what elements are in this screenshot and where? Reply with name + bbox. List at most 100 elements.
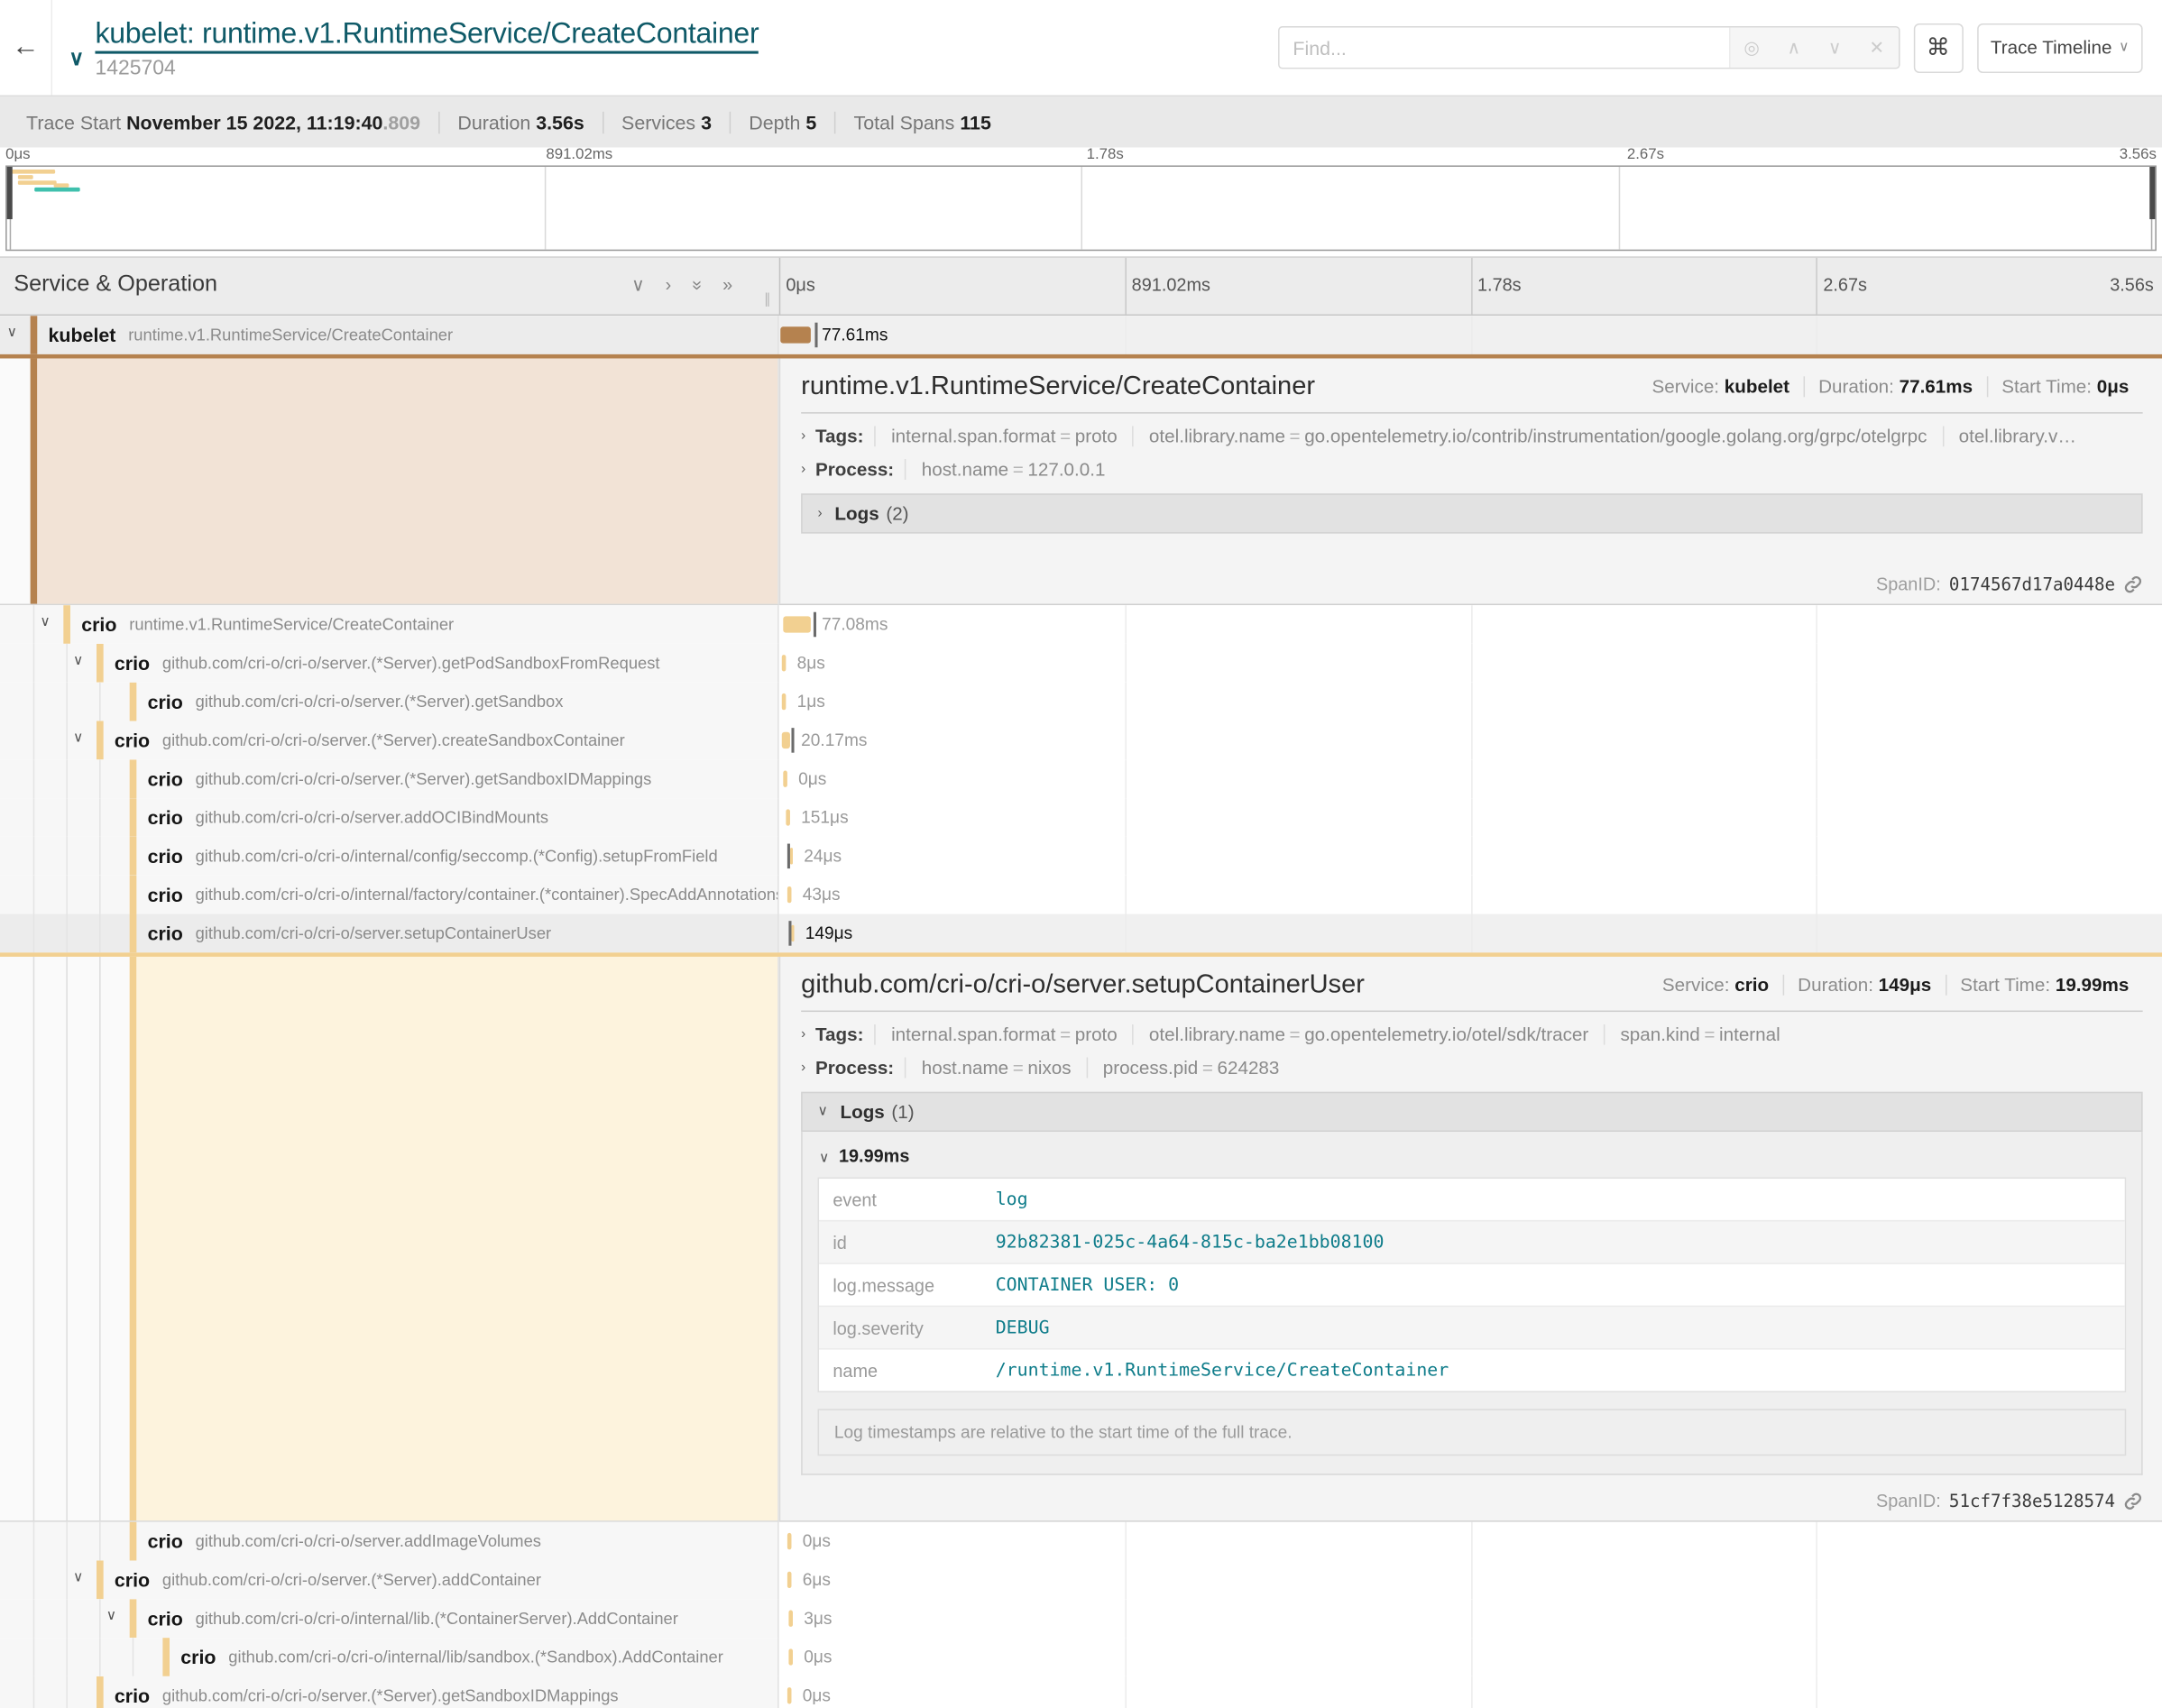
span-duration-bar[interactable] [783,616,811,632]
span-name-cell[interactable]: ∨criogithub.com/cri-o/cri-o/internal/lib… [0,1599,779,1638]
locate-icon[interactable]: ◎ [1743,37,1759,59]
span-name-cell[interactable]: criogithub.com/cri-o/cri-o/server.addOCI… [0,798,779,837]
children-collapse-icon[interactable]: ∨ [73,730,83,746]
column-resize-grip[interactable]: ∥ [764,292,772,308]
children-collapse-icon[interactable]: ∨ [40,615,50,630]
span-timeline-cell[interactable]: 8μs [779,644,2162,683]
span-duration-bar[interactable] [787,886,792,903]
span-name-cell[interactable]: ∨kubeletruntime.v1.RuntimeService/Create… [0,316,779,354]
expand-one-icon[interactable]: › [666,274,672,296]
span-row[interactable]: criogithub.com/cri-o/cri-o/server.(*Serv… [0,759,2162,798]
kv-section-label[interactable]: Tags: [815,1024,864,1045]
span-timeline-cell[interactable]: 0μs [779,1638,2162,1676]
span-row[interactable]: criogithub.com/cri-o/cri-o/internal/fact… [0,876,2162,914]
span-timeline-cell[interactable]: 6μs [779,1560,2162,1599]
span-timeline-cell[interactable]: 1μs [779,683,2162,721]
span-row[interactable]: criogithub.com/cri-o/cri-o/server.addIma… [0,1522,2162,1561]
children-collapse-icon[interactable]: ∨ [7,326,17,341]
log-field-value[interactable]: 92b82381-025c-4a64-815c-ba2e1bb08100 [996,1232,1385,1253]
span-row[interactable]: ∨crioruntime.v1.RuntimeService/CreateCon… [0,605,2162,644]
next-match-icon[interactable]: ∨ [1828,37,1842,59]
span-row[interactable]: criogithub.com/cri-o/cri-o/server.(*Serv… [0,683,2162,721]
span-duration-bar[interactable] [788,1611,793,1627]
span-name-cell[interactable]: ∨criogithub.com/cri-o/cri-o/server.(*Ser… [0,644,779,683]
viewport-drag-handle-left[interactable] [7,167,13,219]
log-field-value[interactable]: log [996,1189,1028,1210]
span-name-cell[interactable]: criogithub.com/cri-o/cri-o/server.addIma… [0,1522,779,1561]
collapse-all-icon[interactable]: » [685,280,707,290]
deep-link-icon[interactable] [2123,574,2142,593]
viewport-drag-handle-right[interactable] [2149,167,2155,219]
span-name-cell[interactable]: criogithub.com/cri-o/cri-o/server.(*Serv… [0,683,779,721]
span-duration-bar[interactable] [786,809,790,825]
span-duration-bar[interactable] [788,1648,793,1665]
clear-find-icon[interactable]: ✕ [1869,37,1884,59]
trace-title-link[interactable]: kubelet: runtime.v1.RuntimeService/Creat… [95,16,759,53]
children-collapse-icon[interactable]: ∨ [73,654,83,669]
span-timeline-cell[interactable]: 77.08ms [779,605,2162,644]
span-name-cell[interactable]: criogithub.com/cri-o/cri-o/internal/fact… [0,876,779,914]
span-row[interactable]: criogithub.com/cri-o/cri-o/server.setupC… [0,914,2162,953]
keyboard-shortcuts-button[interactable]: ⌘ [1913,23,1963,72]
chevron-right-icon[interactable]: › [801,428,805,444]
span-timeline-cell[interactable]: 3μs [779,1599,2162,1638]
span-row[interactable]: ∨criogithub.com/cri-o/cri-o/server.(*Ser… [0,644,2162,683]
span-timeline-cell[interactable]: 77.61ms [779,316,2162,354]
find-input[interactable] [1279,28,1728,68]
trace-collapse-chevron-icon[interactable]: ∨ [69,45,84,70]
span-name-cell[interactable]: criogithub.com/cri-o/cri-o/internal/conf… [0,837,779,876]
span-timeline-cell[interactable]: 43μs [779,876,2162,914]
span-duration-bar[interactable] [780,326,811,343]
span-row[interactable]: criogithub.com/cri-o/cri-o/internal/conf… [0,837,2162,876]
span-name-cell[interactable]: criogithub.com/cri-o/cri-o/server.setupC… [0,914,779,953]
children-collapse-icon[interactable]: ∨ [73,1570,83,1585]
span-duration-bar[interactable] [790,848,793,864]
span-duration-bar[interactable] [782,655,787,671]
kv-section-label[interactable]: Process: [815,1058,894,1079]
kv-section-label[interactable]: Tags: [815,426,864,446]
log-entry-toggle[interactable]: ∨19.99ms [819,1145,2126,1166]
span-name-cell[interactable]: ∨criogithub.com/cri-o/cri-o/server.(*Ser… [0,721,779,760]
span-name-cell[interactable]: ∨criogithub.com/cri-o/cri-o/server.(*Ser… [0,1560,779,1599]
span-row[interactable]: ∨criogithub.com/cri-o/cri-o/server.(*Ser… [0,1560,2162,1599]
span-timeline-cell[interactable]: 0μs [779,1522,2162,1561]
span-row[interactable]: criogithub.com/cri-o/cri-o/server.addOCI… [0,798,2162,837]
span-duration-bar[interactable] [787,1533,792,1549]
expand-all-icon[interactable]: » [722,274,732,296]
prev-match-icon[interactable]: ∧ [1788,37,1801,59]
chevron-right-icon[interactable]: › [801,462,805,477]
collapse-one-icon[interactable]: ∨ [631,274,645,296]
log-field-value[interactable]: CONTAINER USER: 0 [996,1274,1179,1295]
span-row[interactable]: ∨kubeletruntime.v1.RuntimeService/Create… [0,316,2162,354]
span-timeline-cell[interactable]: 151μs [779,798,2162,837]
span-row[interactable]: ∨criogithub.com/cri-o/cri-o/internal/lib… [0,1599,2162,1638]
deep-link-icon[interactable] [2123,1491,2142,1510]
minimap-canvas[interactable] [5,165,2157,251]
trace-view-dropdown[interactable]: Trace Timeline ∨ [1977,23,2143,72]
span-timeline-cell[interactable]: 149μs [779,914,2162,953]
span-name-cell[interactable]: criogithub.com/cri-o/cri-o/internal/lib/… [0,1638,779,1676]
span-duration-bar[interactable] [787,1687,792,1703]
span-timeline-cell[interactable]: 0μs [779,759,2162,798]
back-button[interactable]: ← [0,0,52,95]
span-timeline-cell[interactable]: 24μs [779,837,2162,876]
span-timeline-cell[interactable]: 0μs [779,1676,2162,1708]
logs-section-toggle[interactable]: ∨Logs(1) [801,1092,2142,1132]
span-row[interactable]: criogithub.com/cri-o/cri-o/internal/lib/… [0,1638,2162,1676]
log-field-value[interactable]: /runtime.v1.RuntimeService/CreateContain… [996,1360,1449,1381]
span-name-cell[interactable]: ∨crioruntime.v1.RuntimeService/CreateCon… [0,605,779,644]
logs-section-toggle[interactable]: ›Logs(2) [801,493,2142,533]
kv-section-label[interactable]: Process: [815,459,894,480]
span-timeline-cell[interactable]: 20.17ms [779,721,2162,760]
span-duration-bar[interactable] [791,925,794,941]
span-duration-bar[interactable] [782,693,787,710]
span-name-cell[interactable]: criogithub.com/cri-o/cri-o/server.(*Serv… [0,759,779,798]
span-row[interactable]: ∨criogithub.com/cri-o/cri-o/server.(*Ser… [0,721,2162,760]
span-duration-bar[interactable] [787,1572,792,1588]
log-field-value[interactable]: DEBUG [996,1318,1050,1338]
span-name-cell[interactable]: criogithub.com/cri-o/cri-o/server.(*Serv… [0,1676,779,1708]
span-duration-bar[interactable] [783,771,787,787]
chevron-right-icon[interactable]: › [801,1061,805,1076]
span-row[interactable]: criogithub.com/cri-o/cri-o/server.(*Serv… [0,1676,2162,1708]
children-collapse-icon[interactable]: ∨ [106,1609,116,1624]
